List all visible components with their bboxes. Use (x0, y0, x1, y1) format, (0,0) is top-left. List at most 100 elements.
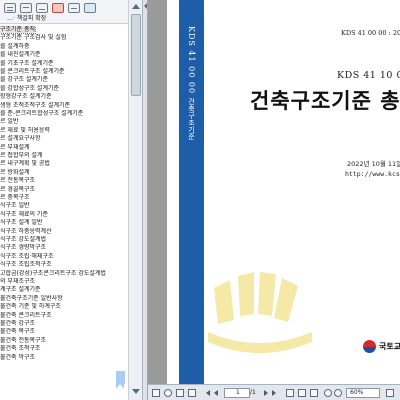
zoom-out-icon[interactable] (324, 389, 332, 397)
logo-text: KC CODE (214, 361, 306, 383)
bookmark-item[interactable]: 르 설계요구사항 (0, 135, 128, 143)
bookmark-item[interactable]: 르 일반 (0, 118, 128, 126)
expand-bookmark-icon[interactable] (36, 3, 48, 13)
bookmark-item[interactable]: 구조기준 총칙 (0, 26, 128, 34)
bookmark-item[interactable]: 식구조 강도설계법 (0, 236, 128, 244)
bookmark-item[interactable]: 물건축 강구조 (0, 320, 128, 328)
bookmark-item-label: 계구조 설계기준 (0, 286, 41, 294)
bookmark-item[interactable]: 물건축 목구조 (0, 328, 128, 336)
last-page-icon[interactable] (272, 390, 276, 396)
bookmark-item[interactable]: 생형 조적조적구조 설계기준 (0, 102, 128, 110)
bookmark-item-label: 물건축구조기준 일반사항 (0, 294, 63, 302)
bookmark-item-label: 르 내구계획 및 공법 (0, 160, 50, 168)
bookmark-item[interactable]: 구조기준 구조검사 및 실험 (0, 34, 128, 42)
bookmark-item-label: 르 접합부의 설계 (0, 152, 43, 159)
bookmark-item-label: 생형 조적조적구조 설계기준 (0, 101, 71, 109)
bookmark-item-label: 를 강합성구조 설계기준 (0, 84, 60, 92)
bookmark-item[interactable]: 계구조 설계기준 (0, 286, 128, 294)
bookmark-item[interactable]: 물건축 막구조 (0, 354, 128, 362)
bookmark-item[interactable]: 르 내구계획 및 공법 (0, 160, 128, 168)
previous-page-icon[interactable] (214, 390, 218, 396)
bookmark-item[interactable]: 물건축 기준 및 하계구조 (0, 303, 128, 311)
document-view[interactable]: KDS 41 00 00 건축구조기준 KDS 41 00 00 : 2022 … (148, 0, 400, 384)
scrollbar-thumb[interactable] (131, 14, 141, 96)
bookmark-item[interactable]: 르 접합부의 설계 (0, 152, 128, 160)
bookmark-item[interactable]: 물건축 조적구조 (0, 345, 128, 353)
bookmark-item[interactable]: 를 강구조 설계기준 (0, 76, 128, 84)
bookmark-item-label: 식구조 조립·해체구조 (0, 252, 54, 260)
page-view-icon[interactable] (188, 389, 196, 397)
bookmark-item-label: 를 내진설계기준 (0, 51, 41, 59)
bookmark-item-label: 구조기준 총칙 (0, 26, 37, 34)
band-code-label: KDS 41 00 00 (187, 26, 196, 95)
scroll-up-arrow-icon[interactable] (132, 4, 140, 9)
bookmark-item-label: 를 기초구조 설계기준 (0, 59, 54, 67)
bookmark-item-label: 물건축 콘크리트구조 (0, 311, 52, 319)
bookmark-item[interactable]: 르 방화설계 (0, 169, 128, 177)
bookmark-item-label: 물건축 막구조 (0, 353, 36, 361)
bookmark-item[interactable]: 를 강합성구조 설계기준 (0, 85, 128, 93)
band-subtitle-text: 건축구조기준 (179, 98, 204, 158)
bookmark-item[interactable]: 고합금(강성)구조콘크리트구조 강도설계법 (0, 270, 128, 278)
page-total: /1 (250, 389, 256, 396)
bookmark-item-label: 식구조 하중응력계산 (0, 227, 52, 235)
next-page-icon[interactable] (264, 390, 268, 396)
bookmark-item[interactable]: 르 경골목구조 (0, 186, 128, 194)
collapse-panel-icon[interactable] (144, 3, 147, 9)
bookmark-scrollbar[interactable] (128, 0, 142, 400)
zoom-in-icon[interactable] (334, 389, 342, 397)
find-bookmark-icon[interactable] (84, 3, 96, 13)
bookmark-item-label: 장형강구조 설계기준 (0, 93, 52, 101)
bookmark-item[interactable]: 식구조 조립·해체구조 (0, 253, 128, 261)
bookmark-item-label: 르 설계요구사항 (0, 135, 41, 143)
scroll-down-arrow-icon[interactable] (132, 389, 140, 394)
select-tool-icon[interactable] (152, 389, 160, 397)
bookmark-item[interactable]: 르 중목구조 (0, 194, 128, 202)
continuous-page-icon[interactable] (298, 389, 306, 397)
bookmark-item[interactable]: 르 전통목구조 (0, 177, 128, 185)
bookmark-item-label: 를 설계하중 (0, 42, 30, 50)
new-bookmark-icon[interactable] (20, 3, 32, 13)
bookmark-item[interactable]: 장형강구조 설계기준 (0, 93, 128, 101)
bookmark-item[interactable]: 를 콘크리트구조 설계기준 (0, 68, 128, 76)
bookmark-item[interactable]: 물건축 콘크리트구조 (0, 312, 128, 320)
bookmark-item-label: 의 부재조구조 (0, 278, 36, 285)
bookmark-item[interactable]: 식구조 재료의 기준 (0, 211, 128, 219)
bookmark-item[interactable]: 의 부재조구조 (0, 278, 128, 286)
bookmark-item-label: 물건축 강구조 (0, 320, 36, 327)
bookmark-item[interactable]: 식구조 조립조적구조 (0, 261, 128, 269)
bookmark-item[interactable]: 르 재료 및 허용응력 (0, 127, 128, 135)
website-url: http://www.kcsc.re.kr (345, 170, 400, 178)
band-subtitle-label: 건축구조기준 (187, 98, 196, 140)
facing-page-icon[interactable] (310, 389, 318, 397)
page-number: 1 (236, 389, 240, 396)
bookmark-item[interactable]: 를 기초구조 설계기준 (0, 60, 128, 68)
bookmark-item-label: 식구조 일반 (0, 202, 30, 210)
bookmark-item[interactable]: 식구조 설계 일반 (0, 219, 128, 227)
single-page-icon[interactable] (286, 389, 294, 397)
bookmark-toolbar-label: …· 책갈피 확장 (7, 15, 47, 22)
bookmark-item[interactable]: 물건축 전통목구조 (0, 337, 128, 345)
bookmark-item[interactable]: 물건축구조기준 일반사항 (0, 295, 128, 303)
bookmark-item-label: 르 부재설계 (0, 143, 30, 151)
bookmark-item[interactable]: 를 준-콘크리트합성구조 설계기준 (0, 110, 128, 118)
bookmark-item[interactable]: 식구조 일반 (0, 202, 128, 210)
bookmark-item[interactable]: 를 내진설계기준 (0, 51, 128, 59)
bookmark-item[interactable]: 르 부재설계 (0, 144, 128, 152)
fit-page-icon[interactable] (386, 389, 394, 397)
ministry-name: 국토교통부 (379, 342, 400, 351)
pdf-page: KDS 41 00 00 건축구조기준 KDS 41 00 00 : 2022 … (167, 0, 400, 384)
bookmark-item[interactable]: 식구조 경량막구조 (0, 244, 128, 252)
bookmark-item-label: 르 중목구조 (0, 194, 30, 201)
hand-tool-icon[interactable] (164, 389, 172, 397)
delete-bookmark-icon[interactable] (52, 3, 64, 13)
first-page-icon[interactable] (206, 390, 210, 396)
bookmark-item[interactable]: 를 설계하중 (0, 43, 128, 51)
bookmark-options-icon[interactable] (4, 3, 16, 13)
bookmark-properties-icon[interactable] (68, 3, 80, 13)
bookmark-item-label: 고합금(강성)구조콘크리트구조 강도설계법 (0, 269, 106, 277)
bookmark-item[interactable]: 식구조 하중응력계산 (0, 228, 128, 236)
zoom-tool-icon[interactable] (176, 389, 184, 397)
bookmark-item-label: 르 일반 (0, 118, 19, 126)
bookmark-item-label: 를 콘크리트구조 설계기준 (0, 68, 65, 75)
